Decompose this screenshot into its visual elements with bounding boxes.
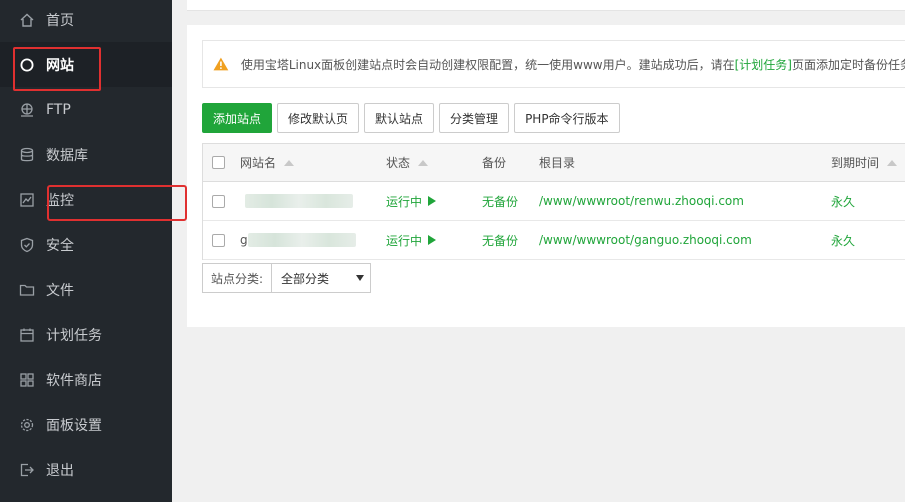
sidebar: 首页 网站 FTP 数据库 监控 安全 文件 计划任务 软件商店 面板设置 退出 (0, 0, 172, 502)
sidebar-item-label: 首页 (46, 12, 74, 29)
sidebar-item-ftp[interactable]: FTP (0, 87, 172, 132)
calendar-icon (19, 327, 35, 343)
notice-text: 使用宝塔Linux面板创建站点时会自动创建权限配置，统一使用www用户。建站成功… (240, 57, 735, 72)
sidebar-item-settings[interactable]: 面板设置 (0, 402, 172, 447)
category-manage-button[interactable]: 分类管理 (439, 103, 510, 133)
expire-link[interactable]: 永久 (831, 221, 855, 259)
backup-link[interactable]: 无备份 (482, 221, 518, 259)
sidebar-item-label: FTP (46, 101, 71, 118)
sidebar-item-logout[interactable]: 退出 (0, 447, 172, 492)
gear-icon (19, 417, 35, 433)
sidebar-item-files[interactable]: 文件 (0, 267, 172, 312)
header-backup: 备份 (482, 156, 507, 170)
sort-icon (284, 159, 295, 166)
notice-text-tail: 页面添加定时备份任务 (791, 57, 905, 72)
category-select[interactable]: 全部分类 (271, 263, 372, 293)
ftp-icon (19, 102, 35, 118)
root-dir-link[interactable]: /www/wwwroot/renwu.zhooqi.com (539, 182, 744, 220)
select-all-checkbox[interactable] (212, 156, 225, 169)
folder-icon (19, 282, 35, 298)
backup-link[interactable]: 无备份 (482, 182, 518, 220)
highlight-box-row (47, 185, 187, 221)
status-toggle[interactable]: 运行中 (386, 221, 437, 259)
sidebar-item-cron[interactable]: 计划任务 (0, 312, 172, 357)
sidebar-item-label: 安全 (46, 237, 74, 254)
add-site-button[interactable]: 添加站点 (202, 103, 273, 133)
toolbar: 添加站点 修改默认页 默认站点 分类管理 PHP命令行版本 (202, 103, 625, 133)
table-header: 网站名 状态 备份 根目录 到期时间 (203, 144, 905, 182)
sidebar-item-label: 退出 (46, 462, 74, 479)
default-site-button[interactable]: 默认站点 (364, 103, 435, 133)
redacted-site-name (245, 194, 353, 208)
play-icon (428, 196, 437, 206)
table-row: 运行中 无备份 /www/wwwroot/renwu.zhooqi.com 永久 (203, 182, 905, 221)
expire-link[interactable]: 永久 (831, 182, 855, 220)
sidebar-item-label: 数据库 (46, 147, 88, 164)
sidebar-item-store[interactable]: 软件商店 (0, 357, 172, 402)
cron-link[interactable]: [计划任务] (735, 56, 792, 73)
sort-icon (418, 159, 429, 166)
site-name-link[interactable] (245, 182, 353, 220)
sidebar-item-label: 计划任务 (46, 327, 102, 344)
play-icon (428, 235, 437, 245)
grid-icon (19, 372, 35, 388)
row-checkbox[interactable] (212, 194, 225, 208)
sidebar-item-label: 面板设置 (46, 417, 102, 434)
sites-table: 网站名 状态 备份 根目录 到期时间 运行中 无备份 /www/wwwroot/… (202, 143, 905, 260)
chevron-down-icon (356, 275, 365, 281)
php-cli-version-button[interactable]: PHP命令行版本 (514, 103, 620, 133)
status-toggle[interactable]: 运行中 (386, 182, 437, 220)
sidebar-item-label: 软件商店 (46, 372, 102, 389)
sidebar-item-database[interactable]: 数据库 (0, 132, 172, 177)
root-dir-link[interactable]: /www/wwwroot/ganguo.zhooqi.com (539, 221, 752, 259)
sort-icon (887, 159, 898, 166)
main-panel: 使用宝塔Linux面板创建站点时会自动创建权限配置，统一使用www用户。建站成功… (187, 25, 905, 327)
header-status[interactable]: 状态 (386, 144, 429, 181)
redacted-site-name (247, 233, 356, 247)
notice-bar: 使用宝塔Linux面板创建站点时会自动创建权限配置，统一使用www用户。建站成功… (202, 40, 905, 88)
shield-icon (19, 237, 35, 253)
home-icon (19, 12, 35, 28)
category-filter: 站点分类: 全部分类 (202, 263, 372, 293)
edit-default-page-button[interactable]: 修改默认页 (277, 103, 360, 133)
row-checkbox[interactable] (212, 233, 225, 247)
site-name-link[interactable]: g (240, 221, 356, 259)
table-row: g 运行中 无备份 /www/wwwroot/ganguo.zhooqi.com… (203, 221, 905, 260)
top-panel (187, 0, 905, 11)
highlight-box-nav (13, 47, 101, 91)
header-name[interactable]: 网站名 (240, 144, 295, 181)
monitor-icon (19, 192, 35, 208)
category-filter-label: 站点分类: (202, 263, 272, 293)
sidebar-item-home[interactable]: 首页 (0, 0, 172, 42)
database-icon (19, 147, 35, 163)
header-expire[interactable]: 到期时间 (831, 144, 898, 181)
header-root: 根目录 (539, 156, 576, 170)
sidebar-item-security[interactable]: 安全 (0, 222, 172, 267)
sidebar-item-label: 文件 (46, 282, 74, 299)
warning-icon (213, 57, 229, 71)
logout-icon (19, 462, 35, 478)
